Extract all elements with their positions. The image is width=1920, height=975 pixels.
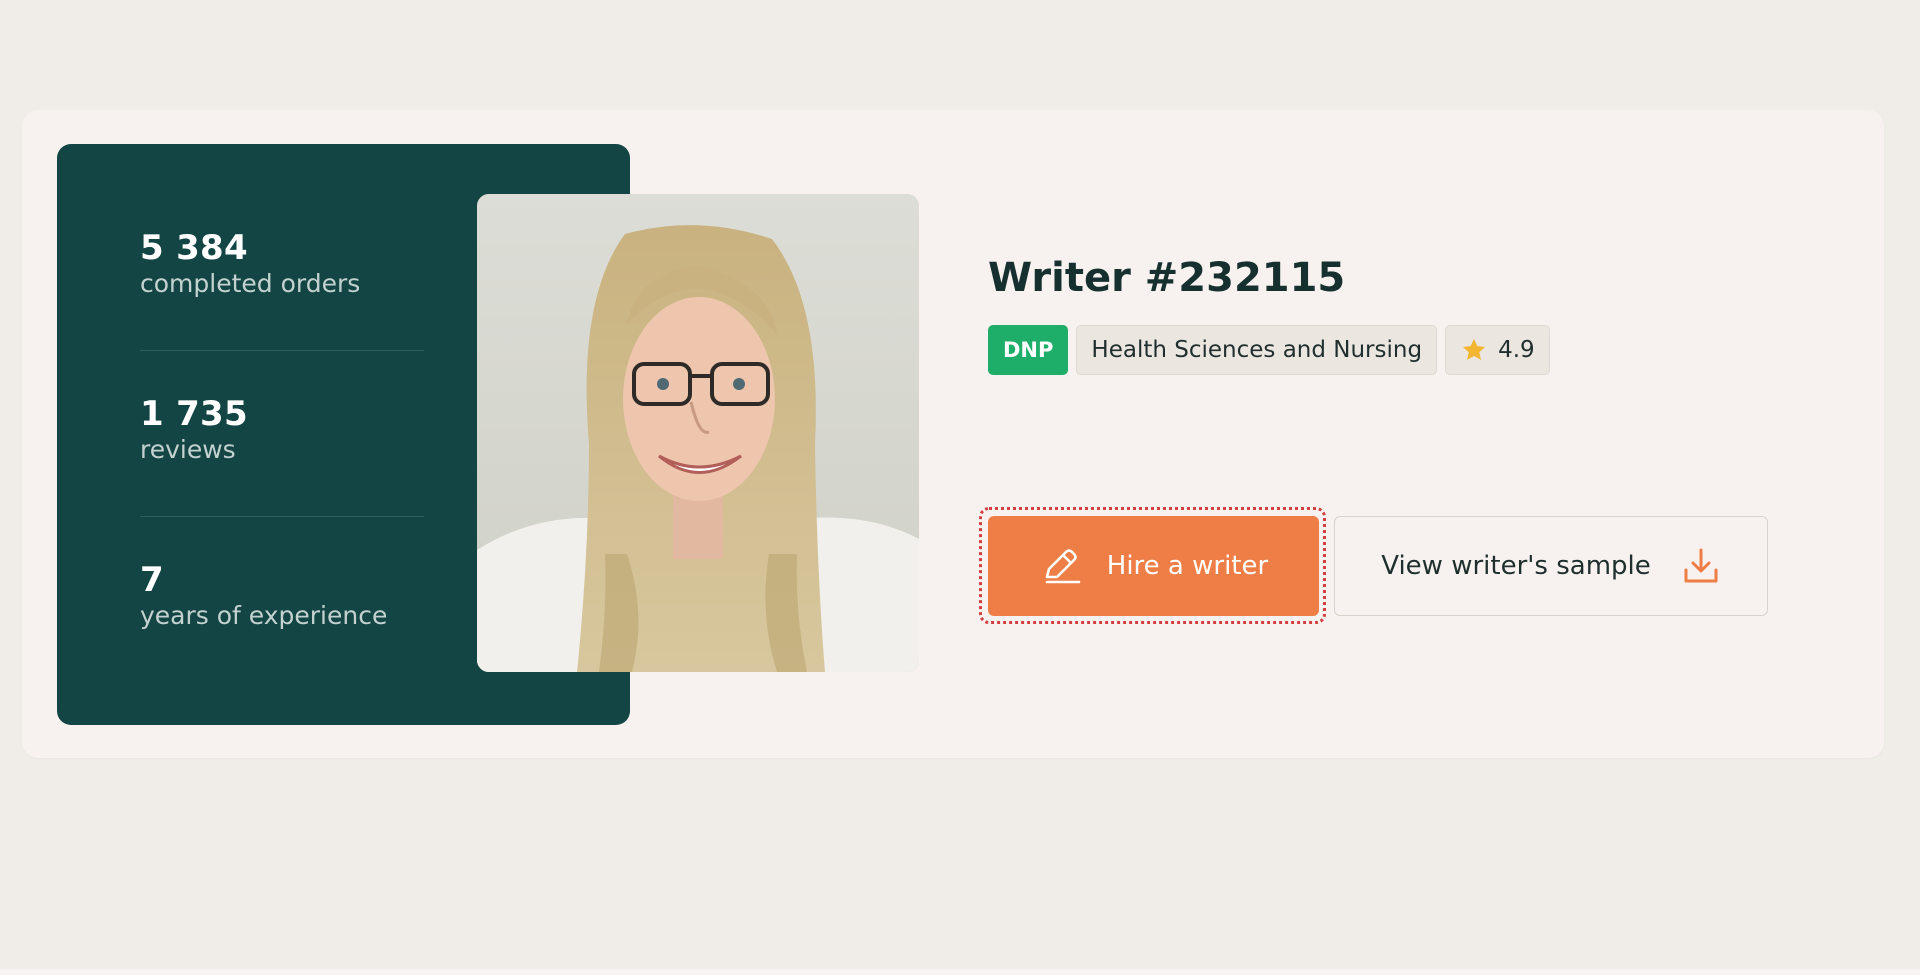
stat-divider — [140, 516, 424, 517]
hire-writer-button[interactable]: Hire a writer — [988, 516, 1319, 616]
writer-card: 5 384 completed orders 1 735 reviews 7 y… — [22, 110, 1884, 758]
writer-tags: DNP Health Sciences and Nursing 4.9 — [988, 325, 1550, 375]
stat-reviews: 1 735 reviews — [140, 394, 248, 466]
writer-title: Writer #232115 — [988, 255, 1346, 301]
hire-writer-label: Hire a writer — [1106, 551, 1269, 581]
stat-value: 5 384 — [140, 228, 248, 268]
stat-years-experience: 7 years of experience — [140, 560, 387, 632]
page-footer-edge — [0, 969, 1920, 975]
star-icon — [1460, 336, 1488, 364]
view-sample-label: View writer's sample — [1381, 551, 1651, 581]
view-sample-button[interactable]: View writer's sample — [1334, 516, 1768, 616]
degree-badge: DNP — [988, 325, 1069, 375]
stat-value: 1 735 — [140, 394, 248, 434]
stat-completed-orders: 5 384 completed orders — [140, 228, 360, 300]
rating-badge: 4.9 — [1445, 325, 1550, 375]
subject-tag: Health Sciences and Nursing — [1076, 325, 1438, 375]
rating-value: 4.9 — [1498, 337, 1535, 363]
stat-value: 7 — [140, 560, 164, 600]
writer-photo — [477, 194, 919, 672]
stat-divider — [140, 350, 424, 351]
pencil-icon — [1039, 544, 1083, 588]
stat-label: reviews — [140, 435, 236, 464]
stat-label: years of experience — [140, 601, 388, 630]
download-icon — [1681, 546, 1721, 586]
stat-label: completed orders — [140, 269, 361, 298]
